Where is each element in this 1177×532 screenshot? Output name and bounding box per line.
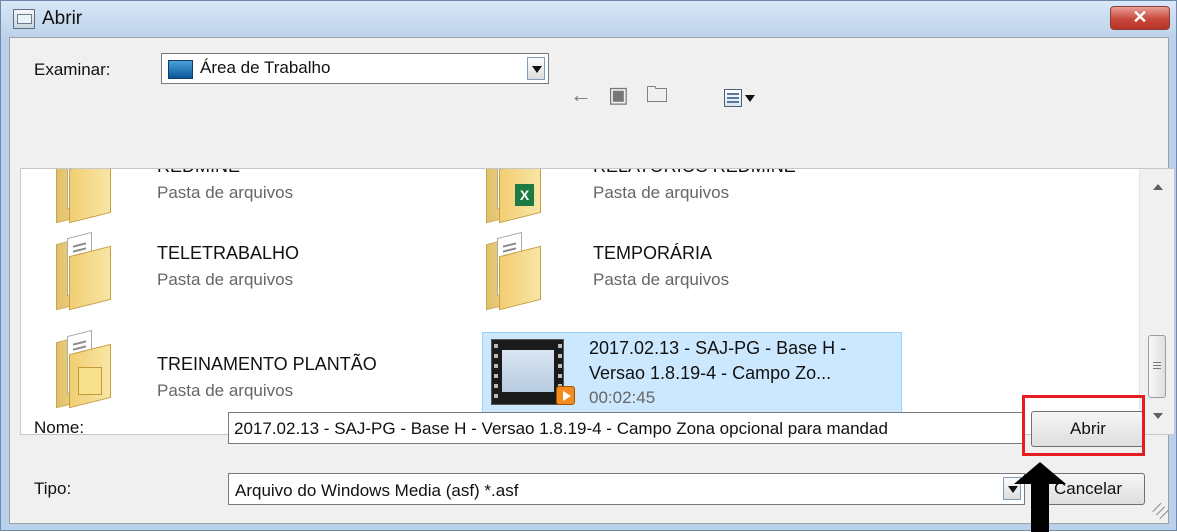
dialog-client-area: Examinar: Área de Trabalho ← ▣ 🗀 REDMINE…	[9, 37, 1175, 524]
look-in-value: Área de Trabalho	[200, 58, 331, 77]
folder-icon	[51, 169, 115, 224]
resize-grip-icon[interactable]	[1153, 502, 1171, 520]
video-file-icon	[491, 339, 564, 405]
file-type: Pasta de arquivos	[157, 183, 294, 202]
file-name: REDMINE	[157, 169, 240, 177]
scroll-down-icon[interactable]	[1140, 396, 1174, 434]
file-type-value: Arquivo do Windows Media (asf) *.asf	[235, 481, 519, 500]
video-name-line-1: 2017.02.13 - SAJ-PG - Base H -	[589, 338, 847, 358]
new-folder-icon[interactable]: 🗀	[646, 83, 668, 107]
file-type: Pasta de arquivos	[593, 270, 730, 289]
folder-icon	[481, 231, 545, 311]
file-type-dropdown[interactable]: Arquivo do Windows Media (asf) *.asf	[228, 473, 1025, 505]
dialog-title: Abrir	[42, 8, 83, 29]
file-name: RELATÓRIOS REDMINE	[593, 169, 796, 177]
folder-envelope-icon	[51, 329, 115, 409]
play-icon	[556, 386, 575, 405]
file-name-input[interactable]: 2017.02.13 - SAJ-PG - Base H - Versao 1.…	[228, 412, 1025, 444]
video-duration: 00:02:45	[589, 388, 656, 407]
video-name-line-2: Versao 1.8.19-4 - Campo Zo...	[589, 363, 832, 383]
folder-excel-icon: X	[481, 169, 545, 224]
file-name-label: Nome:	[34, 418, 85, 437]
file-list: REDMINE Pasta de arquivos X RELATÓRIOS R…	[20, 168, 1175, 435]
file-type-label: Tipo:	[34, 479, 72, 498]
list-item[interactable]: REDMINE Pasta de arquivos	[39, 169, 459, 226]
file-name: TEMPORÁRIA	[593, 243, 713, 263]
look-in-label: Examinar:	[34, 60, 111, 79]
desktop-icon	[168, 60, 193, 79]
open-file-dialog: Abrir ✕ Examinar: Área de Trabalho ← ▣ 🗀…	[0, 0, 1177, 532]
arrow-stem	[1031, 482, 1049, 532]
list-item[interactable]: TEMPORÁRIA Pasta de arquivos	[469, 231, 889, 313]
file-type: Pasta de arquivos	[157, 381, 294, 400]
up-folder-icon[interactable]: ▣	[608, 83, 629, 107]
file-name: TREINAMENTO PLANTÃO	[157, 354, 377, 374]
view-menu-chevron-icon[interactable]	[745, 95, 755, 102]
arrow-annotation	[1014, 462, 1066, 532]
list-item[interactable]: X RELATÓRIOS REDMINE Pasta de arquivos	[469, 169, 889, 226]
file-type: Pasta de arquivos	[157, 270, 294, 289]
highlight-box	[1022, 395, 1145, 456]
scroll-up-icon[interactable]	[1140, 169, 1174, 207]
dialog-titlebar: Abrir ✕	[1, 1, 1176, 37]
look-in-dropdown[interactable]: Área de Trabalho	[161, 53, 549, 84]
file-type: Pasta de arquivos	[593, 183, 730, 202]
arrow-head-icon	[1014, 462, 1066, 484]
chevron-down-icon[interactable]	[527, 57, 545, 80]
close-button[interactable]: ✕	[1110, 6, 1170, 30]
list-item[interactable]: TREINAMENTO PLANTÃO Pasta de arquivos	[39, 329, 459, 411]
back-arrow-icon[interactable]: ←	[570, 83, 592, 107]
folder-icon	[51, 231, 115, 311]
scroll-thumb[interactable]	[1148, 335, 1166, 398]
file-name: TELETRABALHO	[157, 243, 300, 263]
view-menu-icon[interactable]	[724, 89, 742, 107]
dialog-icon	[13, 9, 35, 29]
list-item[interactable]: TELETRABALHO Pasta de arquivos	[39, 231, 459, 313]
